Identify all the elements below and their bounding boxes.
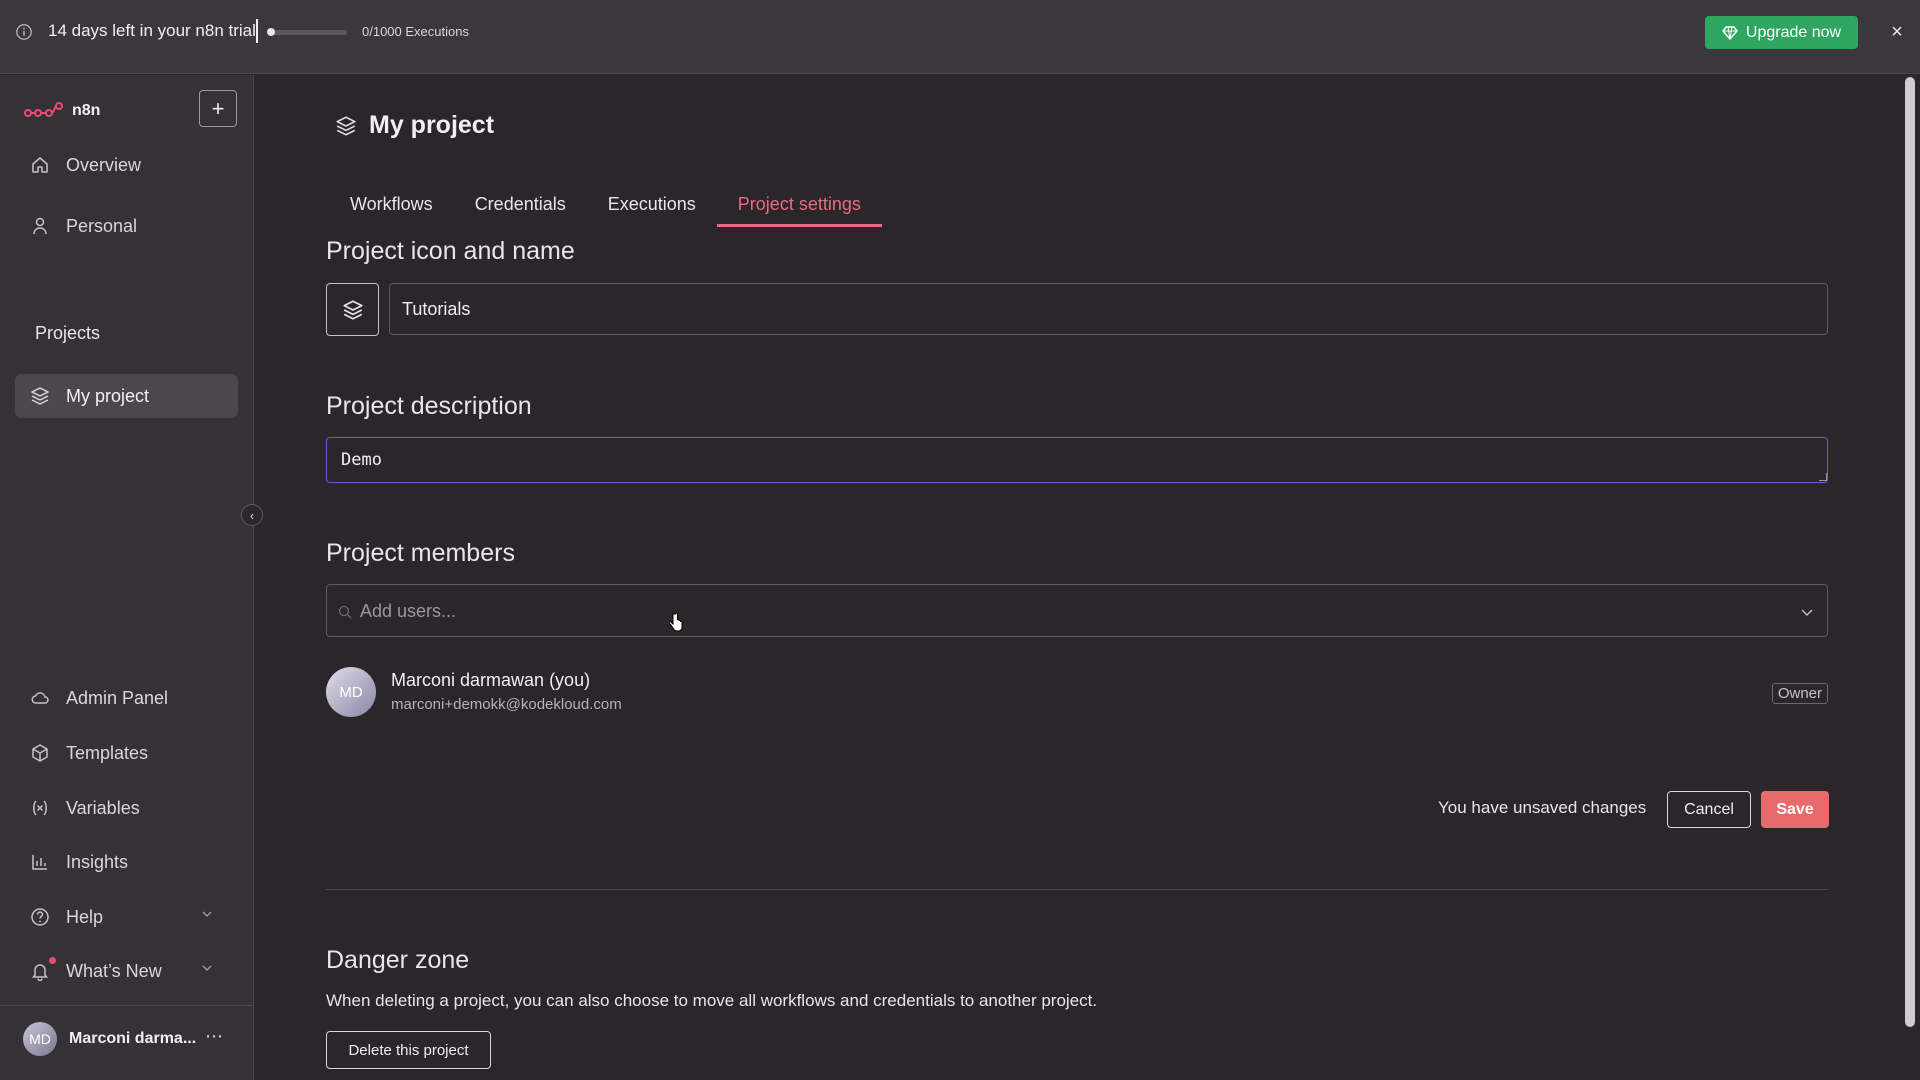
page-header: My project: [335, 111, 494, 140]
user-icon: [33, 217, 47, 235]
upgrade-now-button[interactable]: Upgrade now: [1705, 16, 1858, 49]
sidebar-item-label: What’s New: [66, 960, 162, 981]
project-icon-name-heading: Project icon and name: [326, 237, 575, 265]
sidebar-item-whats-new[interactable]: What’s New: [15, 949, 238, 993]
sidebar-item-variables[interactable]: Variables: [15, 786, 238, 830]
sidebar: n8n + Overview Personal Projects My proj…: [0, 75, 254, 1080]
cloud-icon: [31, 692, 49, 704]
chevron-left-icon: ‹: [249, 507, 255, 523]
plus-icon: +: [211, 95, 225, 121]
member-row: MD Marconi darmawan (you) marconi+demokk…: [326, 667, 1828, 723]
sidebar-item-label: Help: [66, 906, 104, 927]
layers-icon: [336, 115, 356, 136]
save-button[interactable]: Save: [1761, 791, 1829, 828]
bell-icon: [32, 964, 48, 981]
sidebar-item-templates[interactable]: Templates: [15, 731, 238, 775]
delete-project-button[interactable]: Delete this project: [326, 1031, 491, 1069]
sidebar-item-label: Personal: [66, 215, 138, 236]
project-description-input[interactable]: Demo: [326, 437, 1828, 483]
executions-count: 0/1000 Executions: [362, 24, 469, 39]
n8n-logo[interactable]: n8n: [24, 101, 100, 121]
search-icon: [338, 605, 352, 619]
sidebar-item-overview[interactable]: Overview: [15, 143, 238, 187]
executions-progress-bar: [268, 30, 347, 35]
layers-icon: [342, 299, 363, 320]
info-icon: [16, 24, 32, 40]
hand-cursor-icon: [668, 612, 683, 632]
project-name-input[interactable]: [389, 283, 1828, 335]
user-name: Marconi darma...: [69, 1030, 197, 1047]
sidebar-item-label: Admin Panel: [66, 687, 169, 708]
scrollbar-thumb[interactable]: [1905, 77, 1915, 1027]
project-description-heading: Project description: [326, 392, 532, 420]
divider: [326, 889, 1828, 890]
sidebar-item-personal[interactable]: Personal: [15, 204, 238, 248]
projects-heading: Projects: [35, 323, 101, 343]
home-icon: [32, 157, 48, 173]
member-name: Marconi darmawan (you): [391, 670, 591, 690]
tab-executions[interactable]: Executions: [587, 185, 717, 227]
executions-progress-marker: [267, 28, 275, 36]
project-tabs: Workflows Credentials Executions Project…: [329, 185, 882, 227]
unsaved-changes-text: You have unsaved changes: [1438, 798, 1647, 817]
help-icon: [31, 908, 49, 926]
page-title: My project: [369, 111, 495, 139]
role-badge: Owner: [1771, 683, 1828, 704]
sidebar-item-help[interactable]: Help: [15, 895, 238, 939]
project-icon-picker[interactable]: [326, 283, 379, 336]
collapse-sidebar-button[interactable]: ‹: [241, 504, 263, 526]
member-email: marconi+demokk@kodekloud.com: [391, 696, 622, 713]
add-button[interactable]: +: [199, 90, 237, 127]
variables-icon: [33, 800, 47, 816]
close-icon[interactable]: ×: [1888, 20, 1906, 44]
sidebar-item-label: Overview: [66, 154, 142, 175]
cancel-button[interactable]: Cancel: [1667, 791, 1751, 828]
trial-text: 14 days left in your n8n trial: [48, 21, 256, 40]
chevron-down-icon: [202, 965, 212, 972]
chevron-down-icon: [1801, 609, 1813, 617]
more-options-icon[interactable]: ⋯: [205, 1026, 223, 1047]
danger-zone-text: When deleting a project, you can also ch…: [326, 991, 1098, 1010]
upgrade-now-label: Upgrade now: [1745, 23, 1842, 41]
layers-icon: [31, 387, 49, 405]
resize-handle[interactable]: [1819, 473, 1827, 481]
user-menu[interactable]: MD Marconi darma... ⋯: [0, 1005, 254, 1080]
sidebar-item-label: Insights: [66, 851, 129, 872]
logo-text: n8n: [72, 102, 101, 119]
insights-icon: [32, 855, 47, 870]
add-users-placeholder: Add users...: [360, 601, 457, 621]
add-users-select[interactable]: Add users...: [326, 584, 1828, 637]
avatar: MD: [326, 667, 376, 717]
danger-zone-heading: Danger zone: [326, 946, 470, 974]
tab-workflows[interactable]: Workflows: [329, 185, 454, 227]
tab-project-settings[interactable]: Project settings: [716, 185, 882, 227]
trial-banner: 14 days left in your n8n trial 0/1000 Ex…: [0, 0, 1920, 74]
avatar: MD: [23, 1022, 57, 1056]
chevron-down-icon: [202, 911, 212, 918]
notification-dot: [49, 957, 56, 964]
tab-credentials[interactable]: Credentials: [454, 185, 587, 227]
banner-separator: [256, 19, 258, 43]
sidebar-item-admin-panel[interactable]: Admin Panel: [15, 676, 238, 720]
sidebar-item-insights[interactable]: Insights: [15, 840, 238, 884]
diamond-icon: [1722, 25, 1738, 40]
sidebar-item-label: My project: [66, 385, 150, 406]
templates-icon: [32, 744, 48, 762]
n8n-logo-icon: [24, 102, 63, 117]
sidebar-item-label: Templates: [66, 742, 149, 763]
sidebar-item-label: Variables: [66, 797, 140, 818]
sidebar-item-my-project[interactable]: My project: [15, 374, 238, 418]
main-content: My project Workflows Credentials Executi…: [255, 75, 1900, 1080]
project-members-heading: Project members: [326, 539, 515, 567]
